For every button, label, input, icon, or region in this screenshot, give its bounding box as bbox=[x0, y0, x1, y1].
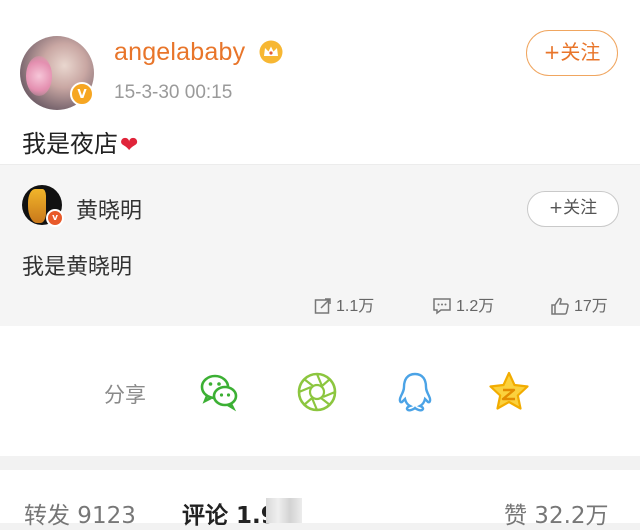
tab-comment[interactable]: 评论 1.9 bbox=[182, 496, 277, 530]
qzone-icon[interactable] bbox=[488, 371, 530, 413]
moments-icon[interactable] bbox=[296, 371, 338, 413]
like-count[interactable]: 17万 bbox=[550, 295, 608, 319]
blurred-count bbox=[266, 498, 302, 523]
comment-count[interactable]: 1.2万 bbox=[432, 295, 494, 319]
heart-icon: ❤ bbox=[120, 133, 139, 158]
repost-stats: 1.1万 1.2万 17万 bbox=[0, 295, 640, 321]
main-post: V angelababy 15-3-30 00:15 +关注 我是夜店❤ bbox=[0, 0, 640, 164]
avatar-flower-detail bbox=[26, 56, 52, 96]
post-text: 我是夜店❤ bbox=[22, 124, 138, 159]
share-arrow-icon bbox=[314, 298, 331, 314]
follow-button[interactable]: +关注 bbox=[526, 30, 618, 76]
repost-author-name[interactable]: 黄晓明 bbox=[76, 193, 142, 225]
qq-icon[interactable] bbox=[394, 371, 436, 413]
post-timestamp: 15-3-30 00:15 bbox=[114, 82, 233, 103]
like-count-value: 17万 bbox=[574, 298, 608, 315]
crown-icon bbox=[259, 40, 283, 64]
repost-count[interactable]: 1.1万 bbox=[314, 295, 374, 319]
repost-text: 我是黄晓明 bbox=[22, 255, 133, 280]
share-panel: 分享 bbox=[0, 326, 640, 456]
share-label: 分享 bbox=[104, 383, 146, 407]
repost-follow-button[interactable]: +关注 bbox=[527, 191, 619, 227]
tab-repost[interactable]: 转发 9123 bbox=[24, 496, 136, 530]
avatar-silhouette bbox=[28, 189, 46, 223]
repost-count-value: 1.1万 bbox=[336, 298, 375, 315]
comment-icon bbox=[433, 298, 451, 315]
reposted-card[interactable]: v 黄晓明 +关注 我是黄晓明 1.1万 1.2万 17万 bbox=[0, 164, 640, 327]
wechat-icon[interactable] bbox=[198, 371, 240, 413]
tab-like[interactable]: 赞 32.2万 bbox=[504, 496, 609, 530]
comment-count-value: 1.2万 bbox=[456, 298, 495, 315]
verified-badge-icon: V bbox=[70, 82, 94, 106]
post-text-content: 我是夜店 bbox=[22, 130, 118, 158]
thumbs-up-icon bbox=[551, 297, 569, 315]
bottom-tabs: 转发 9123 评论 1.9 赞 32.2万 bbox=[0, 470, 640, 529]
author-username[interactable]: angelababy bbox=[114, 38, 245, 67]
verified-badge-icon: v bbox=[46, 209, 64, 227]
